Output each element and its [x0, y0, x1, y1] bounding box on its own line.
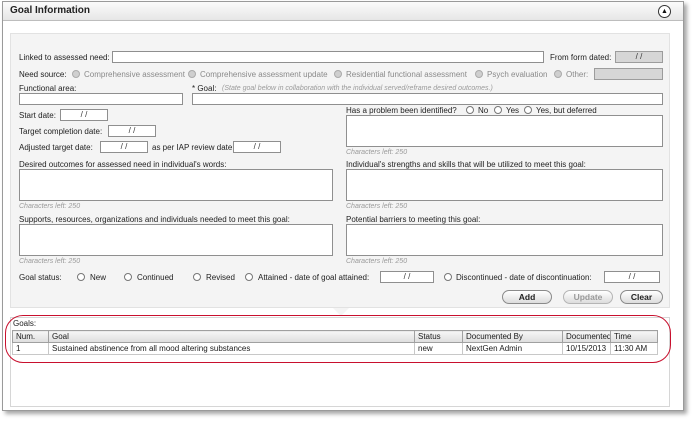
problem-identified-label: Has a problem been identified? [346, 106, 457, 115]
desired-outcomes-label: Desired outcomes for assessed need in in… [19, 160, 227, 169]
problem-option-yes-deferred: Yes, but deferred [536, 106, 597, 115]
start-date-label: Start date: [19, 111, 56, 120]
need-source-other-input [594, 68, 663, 80]
status-option-continued: Continued [137, 273, 174, 282]
status-radio-attained[interactable] [245, 273, 253, 281]
goal-status-label: Goal status: [19, 273, 62, 282]
linked-need-input[interactable] [112, 51, 544, 63]
need-source-option-residential: Residential functional assessment [346, 70, 467, 79]
supports-chars-left: Characters left: 250 [19, 258, 81, 265]
start-date-input[interactable]: / / [60, 109, 108, 121]
need-source-radio-comprehensive[interactable] [72, 70, 80, 78]
supports-textarea[interactable] [19, 224, 333, 256]
update-button[interactable]: Update [563, 290, 613, 304]
target-completion-label: Target completion date: [19, 127, 103, 136]
iap-review-label: as per IAP review date: [152, 143, 235, 152]
problem-radio-yes-deferred[interactable] [524, 106, 532, 114]
strengths-chars-left: Characters left: 250 [346, 203, 408, 210]
need-source-radio-residential[interactable] [334, 70, 342, 78]
problem-radio-yes[interactable] [494, 106, 502, 114]
problem-option-yes: Yes [506, 106, 520, 115]
problem-option-no: No [478, 106, 489, 115]
clear-button[interactable]: Clear [620, 290, 663, 304]
supports-label: Supports, resources, organizations and i… [19, 215, 290, 224]
barriers-label: Potential barriers to meeting this goal: [346, 215, 481, 224]
goal-hint: (State goal below in collaboration with … [222, 85, 493, 92]
linked-need-label: Linked to assessed need: [19, 53, 110, 62]
highlight-annotation [5, 315, 671, 363]
need-source-option-comprehensive: Comprehensive assessment [84, 70, 185, 79]
status-radio-continued[interactable] [124, 273, 132, 281]
need-source-radio-comprehensive-update[interactable] [188, 70, 196, 78]
functional-area-input[interactable] [19, 93, 183, 105]
status-radio-revised[interactable] [193, 273, 201, 281]
need-source-option-psych: Psych evaluation [487, 70, 548, 79]
status-option-new: New [90, 273, 107, 282]
collapse-up-icon[interactable]: ▲ [658, 5, 671, 18]
from-form-dated-label: From form dated: [550, 53, 612, 62]
goal-label: * Goal: [192, 84, 217, 93]
section-header: Goal Information ▲ [3, 2, 683, 21]
attained-date-input[interactable]: / / [380, 271, 434, 283]
strengths-textarea[interactable] [346, 169, 663, 201]
iap-review-input[interactable]: / / [233, 141, 281, 153]
status-option-attained: Attained - date of goal attained: [258, 273, 370, 282]
need-source-radio-psych[interactable] [475, 70, 483, 78]
adjusted-target-input[interactable]: / / [100, 141, 148, 153]
goal-input[interactable] [192, 93, 663, 105]
discontinued-date-input[interactable]: / / [604, 271, 660, 283]
need-source-label: Need source: [19, 70, 67, 79]
adjusted-target-label: Adjusted target date: [19, 143, 93, 152]
desired-outcomes-textarea[interactable] [19, 169, 333, 201]
status-option-discontinued: Discontinued - date of discontinuation: [456, 273, 592, 282]
functional-area-label: Functional area: [19, 84, 77, 93]
status-option-revised: Revised [206, 273, 235, 282]
need-source-radio-other[interactable] [554, 70, 562, 78]
problem-description-textarea[interactable] [346, 115, 663, 147]
need-source-option-comprehensive-update: Comprehensive assessment update [200, 70, 328, 79]
add-button[interactable]: Add [502, 290, 552, 304]
problem-chars-left: Characters left: 250 [346, 149, 408, 156]
barriers-chars-left: Characters left: 250 [346, 258, 408, 265]
barriers-textarea[interactable] [346, 224, 663, 256]
strengths-label: Individual's strengths and skills that w… [346, 160, 586, 169]
problem-radio-no[interactable] [466, 106, 474, 114]
status-radio-new[interactable] [77, 273, 85, 281]
from-form-dated-field: / / [615, 51, 663, 63]
target-completion-input[interactable]: / / [108, 125, 156, 137]
status-radio-discontinued[interactable] [444, 273, 452, 281]
need-source-option-other: Other: [566, 70, 589, 79]
desired-outcomes-chars-left: Characters left: 250 [19, 203, 81, 210]
section-title: Goal Information [10, 5, 90, 16]
